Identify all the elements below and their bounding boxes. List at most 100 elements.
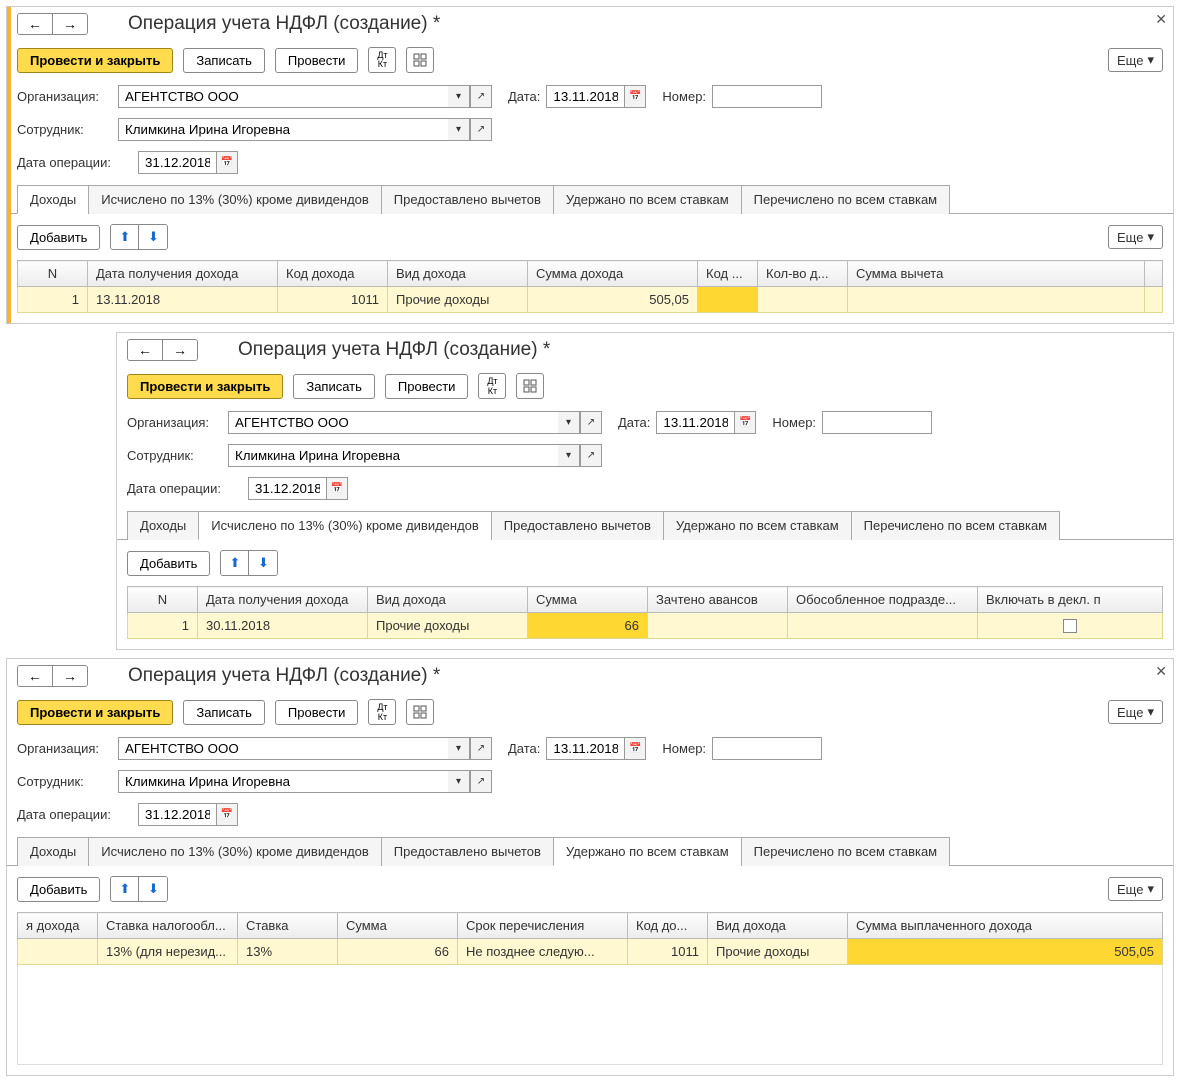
tab-income[interactable]: Доходы [17,837,89,866]
col-sum[interactable]: Сумма дохода [528,261,698,287]
cell-deduction[interactable] [848,287,1145,313]
tab-transferred[interactable]: Перечислено по всем ставкам [741,185,950,214]
tab-calculated[interactable]: Исчислено по 13% (30%) кроме дивидендов [88,185,382,214]
col-sum[interactable]: Сумма [528,587,648,613]
col-ratep[interactable]: Ставка [238,913,338,939]
dropdown-icon[interactable]: ▾ [448,118,470,141]
cell-include[interactable] [978,613,1163,639]
tab-transferred[interactable]: Перечислено по всем ставкам [741,837,950,866]
cell-ratep[interactable]: 13% [238,939,338,965]
cell-code[interactable]: 1011 [278,287,388,313]
opdate-field[interactable]: 📅 [248,477,348,500]
col-term[interactable]: Срок перечисления [458,913,628,939]
col-n[interactable]: N [18,261,88,287]
write-button[interactable]: Записать [183,48,265,73]
tab-income[interactable]: Доходы [127,511,199,540]
employee-field[interactable]: ▾ ↗ [118,118,492,141]
structure-icon[interactable] [406,699,434,725]
open-icon[interactable]: ↗ [470,118,492,141]
dropdown-icon[interactable]: ▾ [558,444,580,467]
cell-n[interactable]: 1 [18,287,88,313]
table-row[interactable]: 1 13.11.2018 1011 Прочие доходы 505,05 [18,287,1163,313]
calendar-icon[interactable]: 📅 [624,737,646,760]
opdate-field[interactable]: 📅 [138,803,238,826]
cell-n[interactable]: 1 [128,613,198,639]
number-input[interactable] [712,737,822,760]
col-department[interactable]: Обособленное подразде... [788,587,978,613]
move-up-icon[interactable]: ⬆ [111,877,139,901]
opdate-input[interactable] [138,803,216,826]
date-field[interactable]: 📅 [546,737,646,760]
open-icon[interactable]: ↗ [470,737,492,760]
org-input[interactable] [228,411,558,434]
date-field[interactable]: 📅 [546,85,646,108]
dropdown-icon[interactable]: ▾ [558,411,580,434]
org-field[interactable]: ▾↗ [118,737,492,760]
dropdown-icon[interactable]: ▾ [448,737,470,760]
post-and-close-button[interactable]: Провести и закрыть [127,374,283,399]
cell-term[interactable]: Не позднее следую... [458,939,628,965]
cell-rate[interactable]: 13% (для нерезид... [98,939,238,965]
col-n[interactable]: N [128,587,198,613]
post-button[interactable]: Провести [275,700,359,725]
col-deduction[interactable]: Сумма вычета [848,261,1145,287]
tab-deductions[interactable]: Предоставлено вычетов [381,185,554,214]
register-entries-icon[interactable]: ДтКт [368,699,396,725]
checkbox[interactable] [1063,619,1077,633]
more-button[interactable]: Еще▾ [1108,48,1163,72]
calculated-grid[interactable]: N Дата получения дохода Вид дохода Сумма… [127,586,1163,639]
move-down-icon[interactable]: ⬇ [139,877,167,901]
income-grid[interactable]: N Дата получения дохода Код дохода Вид д… [17,260,1163,313]
move-down-icon[interactable]: ⬇ [249,551,277,575]
post-button[interactable]: Провести [385,374,469,399]
number-input[interactable] [822,411,932,434]
register-entries-icon[interactable]: ДтКт [478,373,506,399]
col-type[interactable]: Вид дохода [708,913,848,939]
org-input[interactable] [118,737,448,760]
cell-sum[interactable]: 66 [338,939,458,965]
tab-calculated[interactable]: Исчислено по 13% (30%) кроме дивидендов [88,837,382,866]
add-button[interactable]: Добавить [17,877,100,902]
cell-paid[interactable]: 505,05 [848,939,1163,965]
move-up-icon[interactable]: ⬆ [221,551,249,575]
post-button[interactable]: Провести [275,48,359,73]
col-sum[interactable]: Сумма [338,913,458,939]
move-down-icon[interactable]: ⬇ [139,225,167,249]
cell-type[interactable]: Прочие доходы [708,939,848,965]
tab-withheld[interactable]: Удержано по всем ставкам [553,837,742,866]
cell-dcode[interactable] [698,287,758,313]
org-field[interactable]: ▾ ↗ [118,85,492,108]
close-icon[interactable]: ✕ [1155,663,1167,680]
post-and-close-button[interactable]: Провести и закрыть [17,700,173,725]
write-button[interactable]: Записать [183,700,265,725]
table-row[interactable]: 13% (для нерезид... 13% 66 Не позднее сл… [18,939,1163,965]
cell-date[interactable]: 30.11.2018 [198,613,368,639]
dropdown-icon[interactable]: ▾ [448,85,470,108]
col-rate[interactable]: Ставка налогообл... [98,913,238,939]
open-icon[interactable]: ↗ [580,444,602,467]
more-button[interactable]: Еще▾ [1108,700,1163,724]
col-count[interactable]: Кол-во д... [758,261,848,287]
tab-withheld[interactable]: Удержано по всем ставкам [553,185,742,214]
opdate-input[interactable] [248,477,326,500]
col-code[interactable]: Код дохода [278,261,388,287]
tab-income[interactable]: Доходы [17,185,89,214]
withheld-grid[interactable]: я дохода Ставка налогообл... Ставка Сумм… [17,912,1163,965]
cell-type[interactable]: Прочие доходы [388,287,528,313]
cell-code[interactable]: 1011 [628,939,708,965]
back-button[interactable]: ← [128,340,163,360]
org-field[interactable]: ▾↗ [228,411,602,434]
date-field[interactable]: 📅 [656,411,756,434]
forward-button[interactable]: → [163,340,197,360]
col-a[interactable]: я дохода [18,913,98,939]
employee-field[interactable]: ▾↗ [228,444,602,467]
open-icon[interactable]: ↗ [470,770,492,793]
employee-field[interactable]: ▾↗ [118,770,492,793]
cell-a[interactable] [18,939,98,965]
employee-input[interactable] [118,770,448,793]
grid-more-button[interactable]: Еще▾ [1108,225,1163,249]
col-type[interactable]: Вид дохода [368,587,528,613]
cell-sum[interactable]: 505,05 [528,287,698,313]
calendar-icon[interactable]: 📅 [624,85,646,108]
col-date[interactable]: Дата получения дохода [198,587,368,613]
